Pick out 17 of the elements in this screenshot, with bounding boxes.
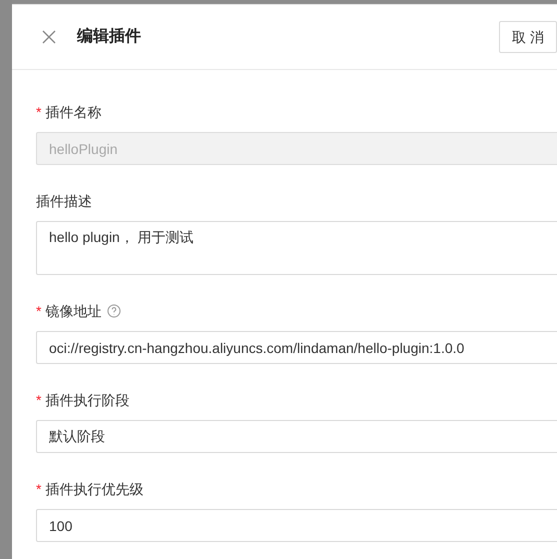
- description-textarea[interactable]: hello plugin， 用于测试: [36, 221, 557, 275]
- required-mark: *: [36, 482, 42, 496]
- field-label: 插件名称: [45, 102, 102, 122]
- help-icon[interactable]: [107, 304, 122, 318]
- input-field[interactable]: oci://registry.cn-hangzhou.aliyuncs.com/lindaman/hello-plugin:1.0.0: [36, 331, 557, 364]
- input-field[interactable]: 100: [36, 509, 557, 542]
- required-mark: *: [36, 304, 42, 318]
- field-label: 镜像地址: [45, 302, 102, 320]
- required-mark: *: [36, 393, 42, 407]
- field-label: 插件描述: [36, 192, 92, 210]
- close-icon[interactable]: [42, 30, 56, 44]
- required-mark: *: [36, 105, 42, 119]
- cancel-button[interactable]: 取 消: [499, 21, 557, 53]
- drawer-title: 编辑插件: [77, 26, 141, 47]
- field-label: 插件执行阶段: [45, 390, 130, 410]
- input-field[interactable]: 默认阶段: [36, 420, 557, 453]
- field-label: 插件执行优先级: [45, 480, 144, 498]
